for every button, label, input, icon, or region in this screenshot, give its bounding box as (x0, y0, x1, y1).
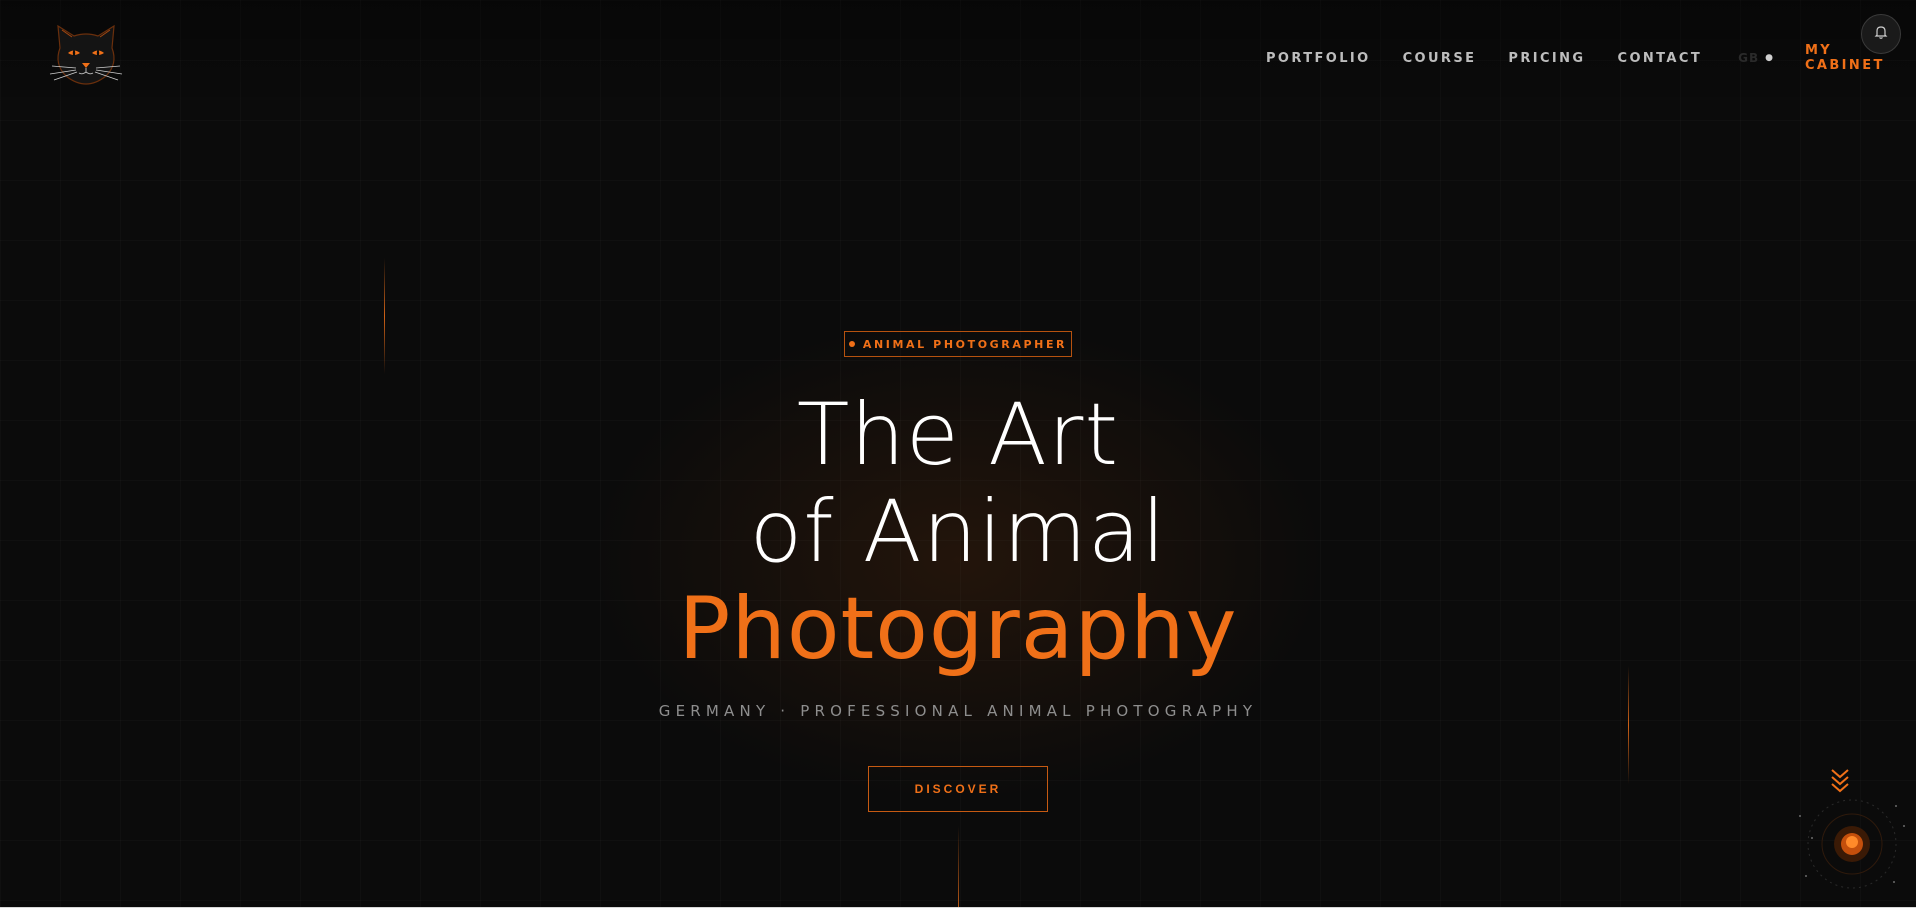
hero-title-line-1: The Art (796, 385, 1120, 485)
language-selector[interactable]: GB ● (1738, 51, 1773, 65)
notifications-button[interactable] (1861, 14, 1901, 54)
chevron-down-icon: ● (1765, 53, 1773, 63)
badge-dot (848, 341, 855, 347)
decorative-glow-line (958, 826, 959, 908)
hero-title-line-2: of Animal (749, 482, 1167, 582)
scroll-down-indicator[interactable] (1786, 766, 1916, 908)
language-code: GB (1738, 51, 1760, 65)
hero-badge: ANIMAL PHOTOGRAPHER (844, 331, 1072, 357)
bell-icon (1873, 24, 1889, 44)
decorative-glow-line (1628, 666, 1629, 784)
hero-subtitle: GERMANY · PROFESSIONAL ANIMAL PHOTOGRAPH… (658, 702, 1258, 720)
hero-title-line-3: Photography (678, 579, 1238, 679)
hero-page: PORTFOLIO COURSE PRICING CONTACT GB ● MY… (0, 0, 1916, 908)
nav-link-pricing[interactable]: PRICING (1508, 51, 1585, 66)
cat-face-icon[interactable] (48, 20, 124, 92)
nav-link-course[interactable]: COURSE (1403, 51, 1477, 66)
badge-label: ANIMAL PHOTOGRAPHER (862, 337, 1068, 351)
nav-link-contact[interactable]: CONTACT (1618, 51, 1703, 66)
nav-link-portfolio[interactable]: PORTFOLIO (1266, 51, 1371, 66)
discover-button[interactable]: DISCOVER (868, 766, 1048, 812)
chevron-double-down-icon (1831, 769, 1849, 793)
decorative-glow-line (384, 258, 385, 374)
main-nav: PORTFOLIO COURSE PRICING CONTACT GB ● MY… (1266, 43, 1916, 73)
